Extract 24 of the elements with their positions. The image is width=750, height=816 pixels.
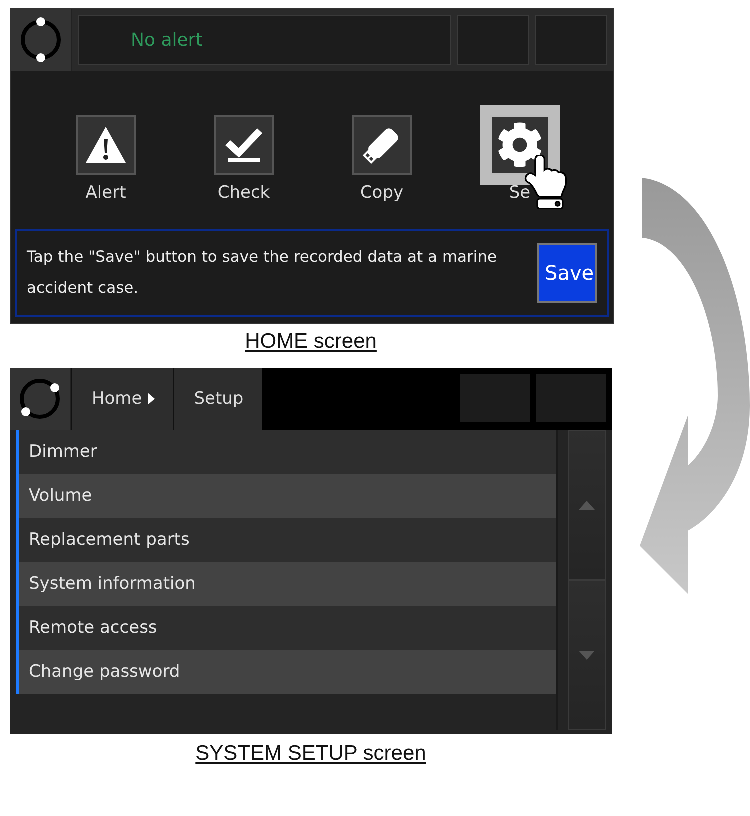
gear-icon <box>497 122 543 168</box>
save-button[interactable]: Save <box>537 243 597 303</box>
screen-caption: HOME screen <box>245 330 377 354</box>
breadcrumb-button[interactable]: Setup <box>173 368 262 430</box>
menu-item[interactable]: Dimmer <box>16 430 556 474</box>
empty-slot <box>536 374 606 422</box>
menu-item[interactable]: Remote access <box>16 606 556 650</box>
warning-icon <box>84 125 128 165</box>
empty-slot <box>460 374 530 422</box>
message-text: Tap the "Save" button to save the recorded data at a marine accident case. <box>27 247 498 299</box>
menu-item[interactable]: System information <box>16 562 556 606</box>
up-arrow-icon <box>579 500 595 510</box>
menu-item[interactable]: Change password <box>16 650 556 694</box>
caret-icon <box>148 393 156 405</box>
down-arrow-icon <box>579 650 595 660</box>
breadcrumb-button[interactable]: Home <box>71 368 174 430</box>
menu-item[interactable]: Volume <box>16 474 556 518</box>
screen-caption: SYSTEM SETUP screen <box>196 742 426 766</box>
alert-status: No alert <box>78 15 451 65</box>
scroll-up-button[interactable] <box>568 430 606 580</box>
menu-item[interactable]: Replacement parts <box>16 518 556 562</box>
empty-slot <box>457 15 529 65</box>
scroll-down-button[interactable] <box>568 580 606 730</box>
empty-slot <box>535 15 607 65</box>
